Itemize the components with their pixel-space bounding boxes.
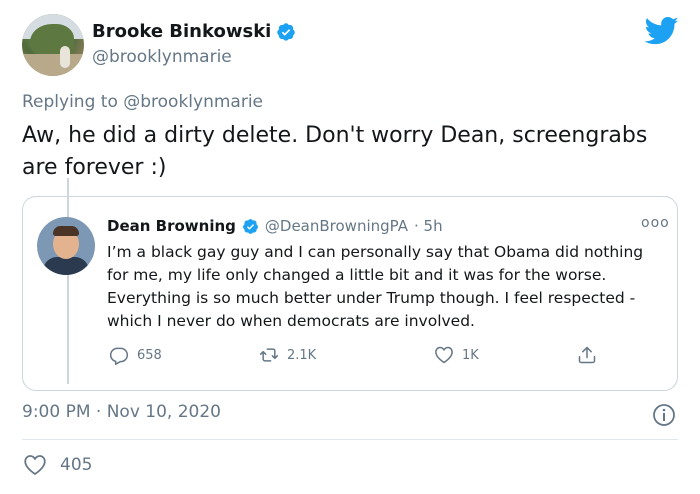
twitter-bird-icon[interactable] bbox=[645, 16, 679, 46]
more-options-icon[interactable]: ooo bbox=[641, 215, 670, 231]
quoted-header: Dean Browning @DeanBrowningPA · 5h bbox=[107, 217, 443, 235]
author-handle[interactable]: @brooklynmarie bbox=[92, 47, 232, 67]
retweet-count: 2.1K bbox=[287, 347, 317, 363]
quoted-author-avatar[interactable] bbox=[37, 217, 95, 275]
tweet-timestamp[interactable]: 9:00 PM · Nov 10, 2020 bbox=[22, 402, 221, 422]
avatar-hair bbox=[53, 226, 79, 236]
quoted-actions: 658 2.1K 1K bbox=[107, 345, 596, 369]
avatar-ground bbox=[22, 54, 84, 76]
info-icon[interactable] bbox=[652, 403, 676, 427]
heart-icon bbox=[24, 455, 46, 476]
retweet-action[interactable]: 2.1K bbox=[259, 345, 316, 365]
reply-count: 658 bbox=[137, 347, 162, 363]
replying-to-text[interactable]: Replying to @brooklynmarie bbox=[22, 92, 263, 112]
tweet-like-action[interactable]: 405 bbox=[22, 453, 92, 477]
like-action[interactable]: 1K bbox=[434, 345, 479, 365]
reply-icon bbox=[109, 347, 129, 365]
divider bbox=[22, 439, 678, 440]
reply-action[interactable]: 658 bbox=[109, 345, 162, 365]
heart-icon bbox=[435, 346, 453, 364]
author-name-row[interactable]: Brooke Binkowski bbox=[92, 21, 296, 42]
retweet-icon bbox=[259, 348, 279, 362]
quoted-author-handle[interactable]: @DeanBrowningPA bbox=[265, 217, 408, 235]
avatar-person bbox=[60, 46, 70, 68]
share-icon bbox=[578, 346, 596, 364]
author-name[interactable]: Brooke Binkowski bbox=[92, 21, 271, 42]
author-avatar[interactable] bbox=[22, 14, 84, 76]
like-count: 1K bbox=[462, 347, 479, 363]
quoted-tweet-card[interactable]: Dean Browning @DeanBrowningPA · 5h ooo I… bbox=[22, 196, 678, 391]
tweet-text: Aw, he did a dirty delete. Don't worry D… bbox=[22, 123, 648, 180]
avatar-suit bbox=[43, 257, 89, 275]
quoted-time[interactable]: · 5h bbox=[414, 217, 443, 235]
share-action[interactable] bbox=[577, 345, 597, 365]
tweet-like-count: 405 bbox=[60, 455, 93, 475]
quoted-tweet-text: I’m a black gay guy and I can personally… bbox=[107, 243, 644, 330]
verified-badge-icon bbox=[277, 22, 296, 41]
verified-badge-icon bbox=[242, 218, 258, 234]
quoted-author-name[interactable]: Dean Browning bbox=[107, 217, 236, 235]
